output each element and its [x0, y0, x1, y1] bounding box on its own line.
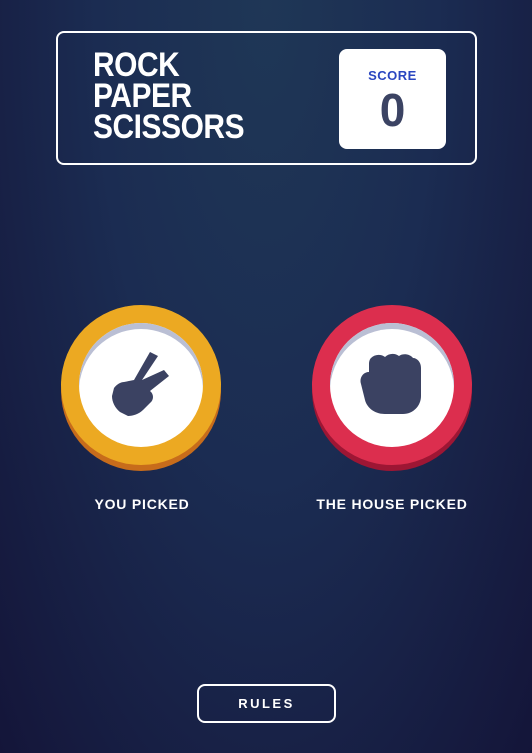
header-panel: ROCK PAPER SCISSORS SCORE 0 [56, 31, 477, 165]
scissors-icon [112, 352, 169, 416]
player-pick-label: YOU PICKED [94, 496, 190, 512]
rock-icon [360, 353, 421, 414]
rules-button[interactable]: RULES [197, 684, 336, 723]
house-pick-inner [330, 323, 454, 447]
title-line-scissors: SCISSORS [93, 108, 245, 146]
score-value: 0 [379, 84, 406, 136]
game-title: ROCK PAPER SCISSORS [93, 48, 245, 146]
player-pick-inner [79, 323, 203, 447]
house-pick-token [312, 305, 474, 467]
score-box: SCORE 0 [339, 49, 446, 149]
player-pick-token [61, 305, 223, 467]
score-label: SCORE [368, 68, 417, 83]
house-pick-label: THE HOUSE PICKED [316, 496, 468, 512]
